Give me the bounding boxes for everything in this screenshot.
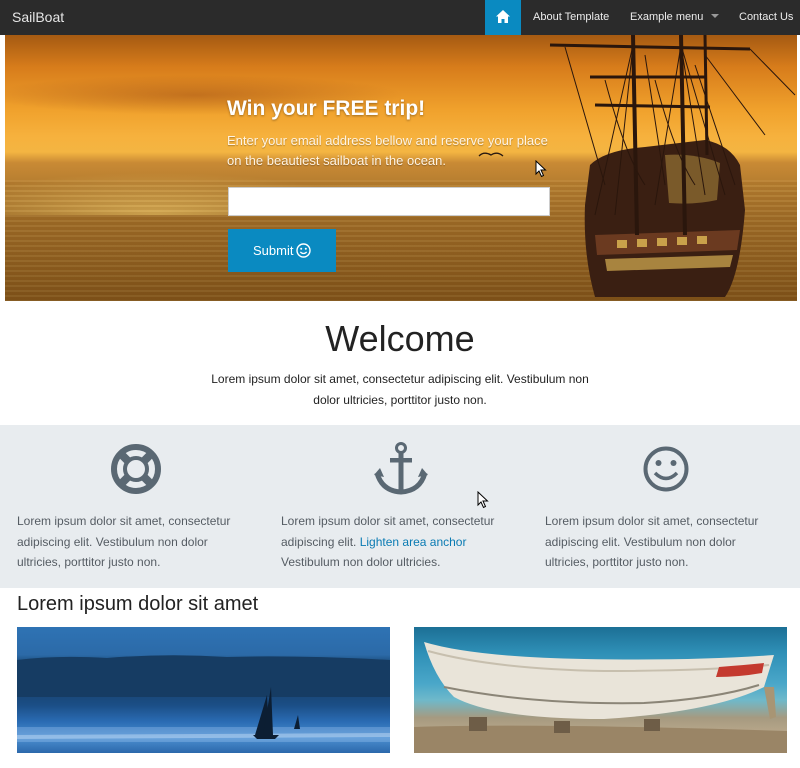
hero-description: Enter your email address bellow and rese…: [227, 133, 548, 168]
brand-link[interactable]: SailBoat: [12, 9, 64, 25]
hero-title: Win your FREE trip!: [227, 97, 426, 120]
email-input[interactable]: [228, 187, 550, 216]
rowboat-illustration: [414, 642, 787, 753]
welcome-title: Welcome: [325, 318, 475, 359]
caret-down-icon: [711, 14, 720, 18]
sailboat-sea-illustration: [17, 655, 390, 742]
home-button[interactable]: [485, 0, 521, 35]
feature-text-1: Lorem ipsum dolor sit amet, consectetur …: [17, 514, 231, 569]
hero-banner: Win your FREE trip! Enter your email add…: [5, 35, 797, 301]
sailboat-sea-photo: [17, 627, 390, 753]
section-title: Lorem ipsum dolor sit amet: [17, 593, 259, 615]
feature-text-2-after: Vestibulum non dolor ultricies.: [281, 555, 441, 569]
navbar: SailBoat About Template Example menu Con…: [0, 0, 800, 35]
feature-text-2: Lorem ipsum dolor sit amet, consectetur …: [281, 511, 517, 573]
welcome-text: Lorem ipsum dolor sit amet, consectetur …: [211, 372, 589, 407]
submit-button[interactable]: Submit: [228, 229, 336, 272]
submit-button-label: Submit: [253, 243, 294, 258]
nav-example-menu[interactable]: Example menu: [630, 11, 720, 23]
anchor-icon: [374, 442, 428, 495]
nav-example-menu-label: Example menu: [630, 11, 704, 23]
lighten-area-anchor-link[interactable]: Lighten area anchor: [360, 535, 467, 549]
nav-about-template[interactable]: About Template: [533, 11, 609, 23]
smile-icon: [296, 243, 311, 258]
mouse-cursor-icon: [535, 160, 547, 178]
feature-text-3: Lorem ipsum dolor sit amet, consectetur …: [545, 514, 759, 569]
life-ring-icon: [111, 444, 161, 494]
home-icon: [496, 10, 510, 23]
features-section: Lorem ipsum dolor sit amet, consectetur …: [0, 425, 800, 588]
mouse-cursor-icon: [477, 491, 489, 509]
nav-contact-us[interactable]: Contact Us: [739, 11, 793, 23]
bird-icon: [478, 152, 504, 157]
smile-icon: [643, 446, 689, 492]
rowboat-beach-photo: [414, 627, 787, 753]
